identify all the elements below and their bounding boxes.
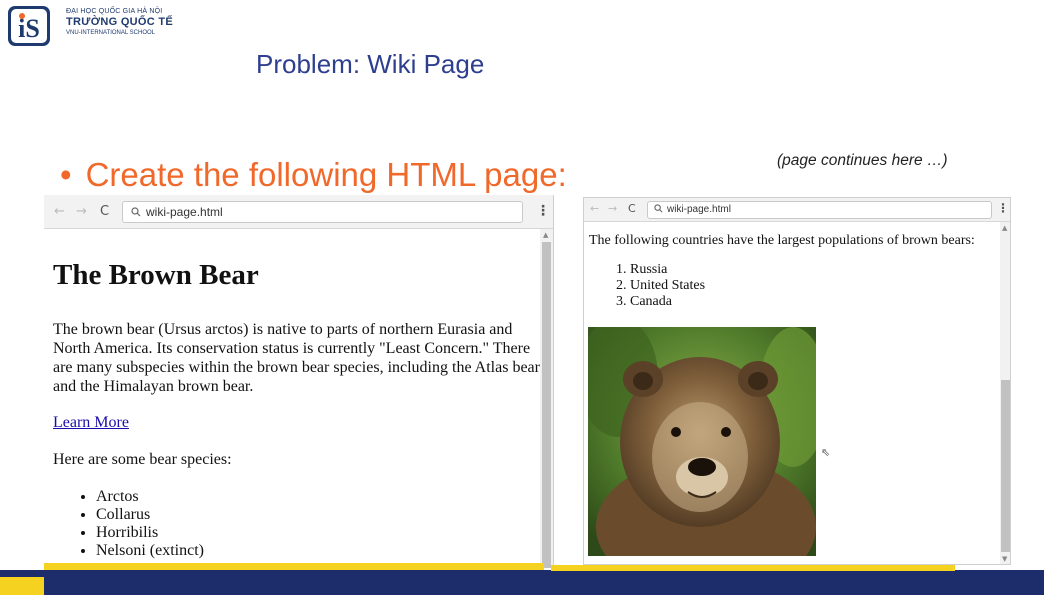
list-item: Collarus [96, 506, 543, 524]
scrollbar[interactable]: ▲ [540, 229, 553, 568]
back-arrow-icon[interactable]: ← [54, 204, 65, 219]
page-content: The following countries have the largest… [589, 222, 989, 310]
school-name-english: VNU-INTERNATIONAL SCHOOL [66, 30, 156, 36]
scrollbar-thumb[interactable] [542, 242, 551, 568]
forward-arrow-icon[interactable]: → [608, 202, 617, 215]
address-url: wiki-page.html [667, 204, 731, 215]
browser-toolbar: ← → C wiki-page.html ⋮ [44, 195, 553, 229]
school-name-main: TRƯỜNG QUỐC TẾ [66, 16, 174, 28]
footer-accent [551, 565, 955, 571]
university-name: ĐẠI HỌC QUỐC GIA HÀ NỘI [66, 8, 163, 15]
address-url: wiki-page.html [146, 205, 223, 219]
search-icon [131, 207, 141, 217]
list-item: Horribilis [96, 524, 543, 542]
reload-icon[interactable]: C [628, 202, 636, 215]
bullet-point: • Create the following HTML page: [60, 156, 567, 194]
scrollbar[interactable]: ▲ ▼ [1000, 222, 1010, 564]
address-bar[interactable]: wiki-page.html [122, 201, 523, 223]
slide: iS ĐẠI HỌC QUỐC GIA HÀ NỘI TRƯỜNG QUỐC T… [0, 0, 1044, 595]
browser-menu-icon[interactable]: ⋮ [536, 203, 550, 219]
footer-accent [44, 563, 544, 570]
species-list: Arctos Collarus Horribilis Nelsoni (exti… [53, 488, 543, 560]
address-bar[interactable]: wiki-page.html [647, 201, 992, 219]
brown-bear-image [588, 327, 816, 556]
school-name: ĐẠI HỌC QUỐC GIA HÀ NỘI TRƯỜNG QUỐC TẾ V… [66, 8, 173, 36]
scroll-up-icon[interactable]: ▲ [543, 231, 548, 239]
page-heading: The Brown Bear [53, 259, 259, 291]
reload-icon[interactable]: C [100, 204, 109, 219]
continuation-note: (page continues here …) [777, 152, 948, 169]
forward-arrow-icon[interactable]: → [76, 204, 87, 219]
learn-more-link[interactable]: Learn More [53, 414, 543, 432]
scroll-down-icon[interactable]: ▼ [1002, 555, 1007, 563]
page-content: The Brown Bear The brown bear (Ursus arc… [53, 229, 543, 560]
bullet-text: Create the following HTML page: [85, 156, 567, 193]
intro-paragraph: The brown bear (Ursus arctos) is native … [53, 321, 540, 395]
bullet-marker: • [60, 156, 72, 193]
browser-toolbar: ← → C wiki-page.html ⋮ [584, 198, 1010, 222]
search-icon [654, 204, 663, 213]
scrollbar-thumb[interactable] [1001, 380, 1010, 552]
mouse-cursor-icon: ⇖ [821, 446, 831, 459]
list-item: Russia [630, 262, 989, 278]
browser-menu-icon[interactable]: ⋮ [997, 201, 1009, 215]
list-item: United States [630, 278, 989, 294]
list-item: Arctos [96, 488, 543, 506]
list-item: Canada [630, 294, 989, 310]
school-logo: iS [4, 4, 56, 48]
browser-window-right: ← → C wiki-page.html ⋮ The following cou… [583, 197, 1011, 565]
browser-window-left: ← → C wiki-page.html ⋮ The Brown Bear Th… [44, 195, 554, 568]
footer-accent [0, 577, 44, 595]
slide-title: Problem: Wiki Page [256, 49, 485, 79]
footer-bar [0, 570, 1044, 595]
countries-list: Russia United States Canada [589, 262, 989, 310]
species-intro: Here are some bear species: [53, 451, 232, 468]
scroll-up-icon[interactable]: ▲ [1002, 224, 1007, 232]
countries-paragraph: The following countries have the largest… [589, 233, 975, 248]
list-item: Nelsoni (extinct) [96, 542, 543, 560]
back-arrow-icon[interactable]: ← [590, 202, 599, 215]
